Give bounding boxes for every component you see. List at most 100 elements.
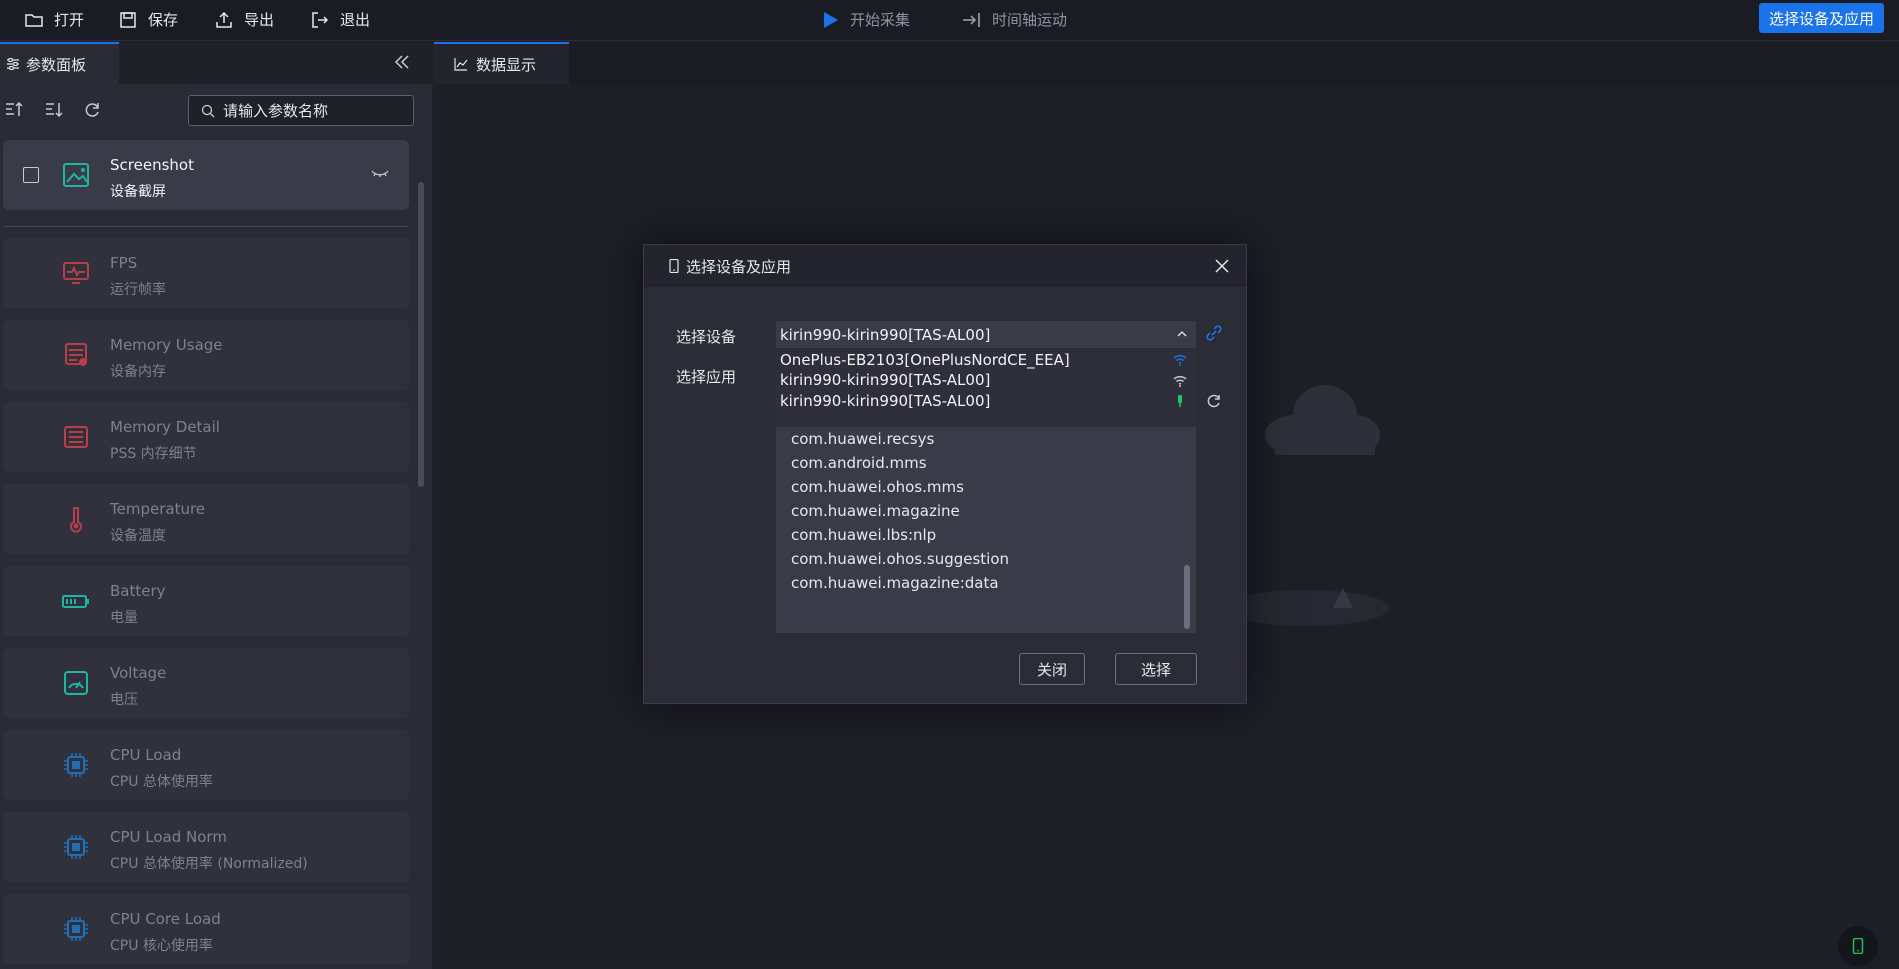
save-icon [120, 11, 136, 28]
dialog-title: 选择设备及应用 [686, 257, 792, 276]
app-option[interactable]: com.huawei.recsys [776, 425, 1180, 453]
main-tab-label: 数据显示 [476, 55, 537, 74]
parameter-description: 电量 [110, 610, 138, 626]
parameter-item[interactable]: CPU Load CPU 总体使用率 [3, 730, 409, 800]
parameter-item[interactable]: Voltage 电压 [3, 648, 409, 718]
device-option-label: OnePlus-EB2103[OnePlusNordCE_EEA] [780, 350, 1070, 369]
device-select-value: kirin990-kirin990[TAS-AL00] [780, 325, 991, 344]
save-label: 保存 [148, 11, 179, 29]
device-option[interactable]: kirin990-kirin990[TAS-AL00] [776, 388, 1196, 413]
close-button[interactable]: 关闭 [1019, 653, 1085, 685]
eye-closed-icon[interactable] [371, 168, 389, 180]
parameter-name: Memory Detail [110, 418, 220, 436]
line-chart-icon [454, 58, 468, 71]
exit-button[interactable]: 退出 [310, 0, 370, 39]
tab-data-display[interactable]: 数据显示 [434, 42, 569, 84]
wifi-icon [1173, 354, 1187, 366]
start-capture-button[interactable]: 开始采集 [820, 0, 910, 39]
device-option-label: kirin990-kirin990[TAS-AL00] [780, 371, 991, 389]
link-icon[interactable] [1205, 324, 1223, 342]
search-icon [201, 104, 215, 117]
main-tabbar: 数据显示 [434, 42, 1899, 84]
parameter-name: FPS [110, 254, 138, 272]
parameter-description: 设备内存 [110, 364, 166, 380]
parameter-name: CPU Load [110, 746, 182, 764]
sliders-icon [7, 58, 19, 70]
parameter-name: Temperature [110, 500, 206, 518]
top-toolbar: 打开 保存 导出 退出 开始采集 时间轴运动 选择设备及应用 [0, 0, 1899, 41]
upload-icon [216, 11, 232, 28]
parameter-divider [3, 226, 409, 227]
parameter-name: CPU Load Norm [110, 828, 227, 846]
export-label: 导出 [244, 11, 275, 29]
parameter-item[interactable]: Memory Detail PSS 内存细节 [3, 402, 409, 472]
parameter-list-scrollbar[interactable] [418, 182, 424, 487]
step-forward-icon [963, 12, 980, 27]
app-list: com.huawei.magazine:data com.huawei.ohos.… [776, 425, 1196, 633]
voltage-icon [61, 668, 91, 698]
device-option-label: kirin990-kirin990[TAS-AL00] [780, 391, 991, 410]
parameter-search-input[interactable] [223, 101, 403, 120]
parameter-item[interactable]: Temperature 设备温度 [3, 484, 409, 554]
parameter-name: Memory Usage [110, 336, 223, 354]
start-capture-label: 开始采集 [850, 11, 911, 29]
parameter-name: Battery [110, 582, 166, 600]
collapse-double-chevron-icon[interactable] [392, 52, 412, 72]
device-select[interactable]: kirin990-kirin990[TAS-AL00] [776, 321, 1196, 348]
app-list-scrollbar[interactable] [1184, 565, 1190, 629]
panel-tab-label: 参数面板 [26, 55, 87, 74]
export-button[interactable]: 导出 [214, 0, 274, 39]
parameter-item[interactable]: CPU Load Norm CPU 总体使用率 (Normalized) [3, 812, 409, 882]
parameter-description: 运行帧率 [110, 282, 166, 298]
open-button[interactable]: 打开 [24, 0, 84, 39]
parameter-description: CPU 总体使用率 (Normalized) [110, 856, 308, 872]
sort-descending-icon[interactable] [44, 100, 64, 120]
close-icon[interactable] [1212, 256, 1232, 276]
logout-icon [312, 11, 329, 28]
timeline-label: 时间轴运动 [992, 11, 1068, 29]
chevron-up-icon [1177, 331, 1187, 337]
cpu-icon [61, 750, 91, 780]
select-device-app-dialog: 选择设备及应用 选择设备 选择应用 kirin990-kirin990[TAS-… [643, 244, 1247, 704]
timeline-button[interactable]: 时间轴运动 [962, 0, 1067, 39]
select-device-app-button[interactable]: 选择设备及应用 [1758, 3, 1884, 33]
parameter-description: 电压 [110, 692, 138, 708]
parameter-item[interactable]: Battery 电量 [3, 566, 409, 636]
memory-usage-icon [61, 340, 91, 370]
parameter-search[interactable] [188, 95, 414, 126]
phone-icon [1852, 938, 1864, 954]
parameter-item[interactable]: Memory Usage 设备内存 [3, 320, 409, 390]
parameter-checkbox[interactable] [23, 167, 39, 183]
save-button[interactable]: 保存 [118, 0, 178, 39]
device-label: 选择设备 [676, 328, 737, 346]
app-label: 选择应用 [676, 368, 737, 386]
parameter-description: CPU 总体使用率 [110, 774, 213, 790]
open-label: 打开 [54, 11, 85, 29]
cpu-icon [61, 832, 91, 862]
tab-parameter-panel[interactable]: 参数面板 [0, 42, 119, 84]
panel-tools [0, 90, 432, 130]
dialog-header: 选择设备及应用 [644, 245, 1246, 287]
parameter-list: Screenshot 设备截屏 FPS 运行帧率 Memory Usage 设备内存 Mem… [0, 140, 416, 969]
parameter-item[interactable]: Screenshot 设备截屏 [3, 140, 409, 210]
parameter-panel: 参数面板 Screenshot 设备截屏 FPS 运行帧率 Memory Usage 设备… [0, 42, 432, 969]
device-dropdown: OnePlus-EB2103[OnePlusNordCE_EEA] kirin99… [776, 349, 1196, 427]
parameter-description: 设备温度 [110, 528, 166, 544]
memory-detail-icon [61, 422, 91, 452]
parameter-description: CPU 核心使用率 [110, 938, 213, 954]
cpu-icon [61, 914, 91, 944]
select-button[interactable]: 选择 [1115, 653, 1197, 685]
floating-device-button[interactable] [1838, 926, 1878, 966]
refresh-apps-icon[interactable] [1205, 392, 1223, 410]
phone-icon [669, 259, 679, 273]
parameter-description: 设备截屏 [110, 184, 166, 200]
parameter-item[interactable]: CPU Core Load CPU 核心使用率 [3, 894, 409, 964]
exit-label: 退出 [340, 11, 371, 29]
battery-icon [61, 586, 91, 616]
play-icon [824, 11, 838, 28]
folder-icon [25, 13, 43, 27]
refresh-icon[interactable] [82, 100, 102, 120]
sort-ascending-icon[interactable] [4, 100, 24, 120]
parameter-name: Voltage [110, 664, 167, 682]
parameter-item[interactable]: FPS 运行帧率 [3, 238, 409, 308]
